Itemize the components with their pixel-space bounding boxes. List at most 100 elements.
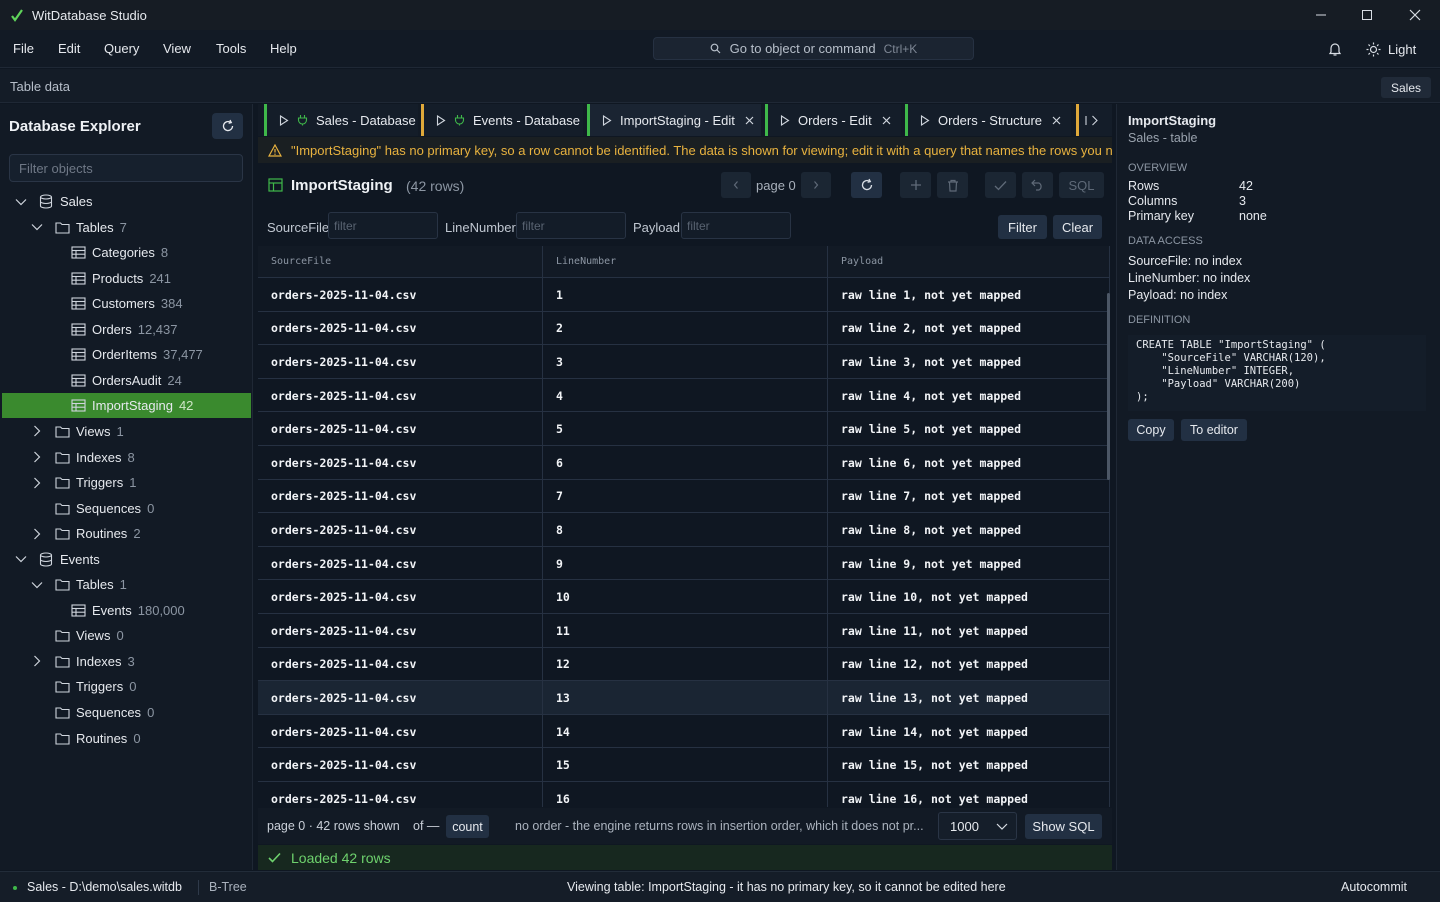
table-row[interactable]: orders-2025-11-04.csv 12 raw line 12, not … [258, 647, 1110, 682]
add-row-button[interactable] [900, 172, 931, 198]
cell-payload[interactable]: raw line 8, not yet mapped [828, 513, 1110, 547]
cell-linenumber[interactable]: 4 [543, 378, 828, 413]
cell-linenumber[interactable]: 6 [543, 446, 828, 480]
table-row[interactable]: orders-2025-11-04.csv 11 raw line 11, not … [258, 614, 1110, 648]
chevron-down-icon[interactable] [14, 552, 28, 566]
tab-database[interactable]: Events - Database [421, 104, 583, 136]
tree-item-table[interactable]: Customers 384 [2, 291, 251, 316]
table-row[interactable]: orders-2025-11-04.csv 4 raw line 4, not ye… [258, 378, 1110, 413]
tree-item-table[interactable]: OrderItems 37,477 [2, 342, 251, 367]
open-in-editor-button[interactable]: To editor [1181, 419, 1247, 441]
play-icon[interactable] [920, 114, 930, 126]
cell-payload[interactable]: raw line 13, not yet mapped [828, 681, 1110, 715]
tree-item-folder[interactable]: Tables 7 [2, 215, 251, 240]
command-search[interactable]: Go to object or command Ctrl+K [653, 37, 974, 60]
chevron-right-icon[interactable] [30, 424, 44, 438]
tree-item-database[interactable]: Events [2, 547, 251, 572]
chevron-right-icon[interactable] [30, 654, 44, 668]
play-icon[interactable] [279, 114, 289, 126]
table-row[interactable]: orders-2025-11-04.csv 3 raw line 3, not ye… [258, 345, 1110, 379]
cell-payload[interactable]: raw line 15, not yet mapped [828, 748, 1110, 782]
cell-sourcefile[interactable]: orders-2025-11-04.csv [258, 278, 543, 312]
refresh-explorer-button[interactable] [212, 113, 243, 139]
tree-item-folder[interactable]: Sequences 0 [2, 496, 251, 521]
menu-tools[interactable]: Tools [216, 41, 246, 56]
cell-payload[interactable]: raw line 6, not yet mapped [828, 446, 1110, 480]
menu-help[interactable]: Help [270, 41, 297, 56]
table-row[interactable]: orders-2025-11-04.csv 15 raw line 15, not … [258, 748, 1110, 782]
cell-linenumber[interactable]: 9 [543, 546, 828, 581]
cell-linenumber[interactable]: 12 [543, 647, 828, 682]
play-icon[interactable] [436, 114, 446, 126]
table-row[interactable]: orders-2025-11-04.csv 5 raw line 5, not ye… [258, 412, 1110, 446]
cell-payload[interactable]: raw line 1, not yet mapped [828, 278, 1110, 312]
table-row[interactable]: orders-2025-11-04.csv 9 raw line 9, not ye… [258, 546, 1110, 581]
cell-linenumber[interactable]: 14 [543, 714, 828, 749]
play-icon[interactable] [602, 114, 612, 126]
cell-sourcefile[interactable]: orders-2025-11-04.csv [258, 614, 543, 648]
filter-objects-input[interactable] [9, 154, 243, 182]
cell-sourcefile[interactable]: orders-2025-11-04.csv [258, 479, 543, 514]
cell-payload[interactable]: raw line 2, not yet mapped [828, 311, 1110, 346]
tree-item-database[interactable]: Sales [2, 189, 251, 214]
menu-edit[interactable]: Edit [58, 41, 80, 56]
copy-definition-button[interactable]: Copy [1128, 419, 1174, 441]
reload-button[interactable] [851, 172, 882, 198]
tree-item-folder[interactable]: Routines 2 [2, 521, 251, 546]
cell-sourcefile[interactable]: orders-2025-11-04.csv [258, 714, 543, 749]
cell-sourcefile[interactable]: orders-2025-11-04.csv [258, 681, 543, 715]
tree-item-folder[interactable]: Triggers 0 [2, 674, 251, 699]
tree-item-folder[interactable]: Routines 0 [2, 726, 251, 751]
cell-sourcefile[interactable]: orders-2025-11-04.csv [258, 546, 543, 581]
cell-sourcefile[interactable]: orders-2025-11-04.csv [258, 580, 543, 614]
close-window-button[interactable] [1392, 0, 1438, 30]
table-row[interactable]: orders-2025-11-04.csv 10 raw line 10, not … [258, 580, 1110, 614]
cell-sourcefile[interactable]: orders-2025-11-04.csv [258, 311, 543, 346]
apply-changes-button[interactable] [985, 172, 1016, 198]
theme-toggle-button[interactable]: Light [1366, 38, 1416, 60]
close-tab-icon[interactable] [882, 116, 891, 125]
cell-payload[interactable]: raw line 16, not yet mapped [828, 782, 1110, 807]
tab-edit[interactable]: Orders - Edit [765, 104, 901, 136]
tree-item-folder[interactable]: Tables 1 [2, 572, 251, 597]
menu-view[interactable]: View [163, 41, 191, 56]
chevron-right-icon[interactable] [30, 476, 44, 490]
cell-payload[interactable]: raw line 11, not yet mapped [828, 614, 1110, 648]
cell-linenumber[interactable]: 15 [543, 748, 828, 782]
cell-sourcefile[interactable]: orders-2025-11-04.csv [258, 446, 543, 480]
cell-payload[interactable]: raw line 4, not yet mapped [828, 378, 1110, 413]
next-page-button[interactable] [801, 172, 831, 198]
chevron-down-icon[interactable] [14, 195, 28, 209]
cell-linenumber[interactable]: 3 [543, 345, 828, 379]
transaction-mode[interactable]: Autocommit [1341, 880, 1407, 894]
menu-query[interactable]: Query [104, 41, 139, 56]
undo-changes-button[interactable] [1022, 172, 1053, 198]
cell-sourcefile[interactable]: orders-2025-11-04.csv [258, 513, 543, 547]
table-row[interactable]: orders-2025-11-04.csv 14 raw line 14, not … [258, 714, 1110, 749]
cell-linenumber[interactable]: 1 [543, 278, 828, 312]
close-tab-icon[interactable] [745, 116, 754, 125]
sourcefile-filter-input[interactable] [328, 212, 438, 239]
table-row[interactable]: orders-2025-11-04.csv 2 raw line 2, not ye… [258, 311, 1110, 346]
cell-linenumber[interactable]: 5 [543, 412, 828, 446]
tree-item-folder[interactable]: Views 1 [2, 419, 251, 444]
cell-payload[interactable]: raw line 12, not yet mapped [828, 647, 1110, 682]
tree-item-table[interactable]: Events 180,000 [2, 598, 251, 623]
table-row[interactable]: orders-2025-11-04.csv 6 raw line 6, not ye… [258, 446, 1110, 480]
view-sql-button[interactable]: SQL [1059, 172, 1104, 198]
cell-linenumber[interactable]: 2 [543, 311, 828, 346]
count-rows-button[interactable]: count [446, 815, 489, 838]
cell-sourcefile[interactable]: orders-2025-11-04.csv [258, 782, 543, 807]
column-header-sourcefile[interactable]: SourceFile [258, 246, 543, 278]
play-icon[interactable] [780, 114, 790, 126]
cell-linenumber[interactable]: 13 [543, 681, 828, 715]
tree-item-table[interactable]: Categories 8 [2, 240, 251, 265]
column-header-payload[interactable]: Payload [828, 246, 1110, 278]
cell-linenumber[interactable]: 16 [543, 782, 828, 807]
cell-sourcefile[interactable]: orders-2025-11-04.csv [258, 412, 543, 446]
table-row[interactable]: orders-2025-11-04.csv 7 raw line 7, not ye… [258, 479, 1110, 514]
tree-item-table[interactable]: Products 241 [2, 266, 251, 291]
tab-structure[interactable]: Orders - Structure [905, 104, 1071, 136]
apply-filter-button[interactable]: Filter [998, 215, 1047, 239]
table-row[interactable]: orders-2025-11-04.csv 1 raw line 1, not ye… [258, 278, 1110, 312]
